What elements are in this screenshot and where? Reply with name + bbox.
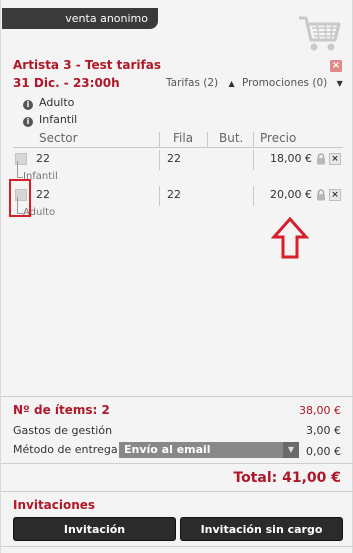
lock-icon[interactable] [316,153,326,165]
column-header-butaca: But. [219,131,244,145]
rate-item-infantil: i Infantil [23,113,77,127]
cell-fila: 22 [167,152,181,165]
delete-icon[interactable]: × [329,153,341,165]
shopping-cart-icon [299,16,341,51]
column-divider [159,150,160,170]
column-divider [207,132,208,148]
invitations-title: Invitaciones [13,498,96,512]
column-divider [253,186,254,206]
column-header-sector: Sector [39,131,78,145]
promociones-toggle[interactable]: Promociones (0) [242,77,327,89]
table-header: Sector Fila But. Precio [13,130,343,148]
table-row: 22 22 18,00 € × [13,150,343,170]
column-header-fila: Fila [173,131,194,145]
user-tab: venta anonimo [2,8,158,29]
annotation-highlight-box [9,179,31,217]
table-row: 22 22 20,00 € × [13,186,343,206]
close-icon[interactable]: × [330,60,342,72]
cell-sector: 22 [36,152,50,165]
cell-sector: 22 [36,188,50,201]
rate-label: Infantil [39,113,78,126]
divider [1,491,353,492]
cell-precio: 18,00 € [270,152,312,165]
filters: Tarifas (2) ▲ Promociones (0) ▼ [166,77,343,89]
shopping-cart-panel: venta anonimo × Artista 3 - Test tarifas… [0,0,353,553]
delivery-value: 0,00 € [306,445,341,458]
fees-value: 3,00 € [306,424,341,437]
divider [1,463,353,464]
column-divider [253,150,254,170]
cell-precio: 20,00 € [270,188,312,201]
cell-fila: 22 [167,188,181,201]
event-date: 31 Dic. - 23:00h [13,76,120,90]
rate-label: Adulto [39,96,75,109]
fees-label: Gastos de gestión [13,424,113,437]
column-header-precio: Precio [260,131,297,145]
column-divider [159,186,160,206]
event-title: Artista 3 - Test tarifas [13,58,162,72]
user-label: venta anonimo [65,12,148,25]
items-subtotal: 38,00 € [299,404,341,417]
tarifas-toggle[interactable]: Tarifas (2) [166,77,218,89]
delivery-selected-value: Envío al email [124,443,211,456]
caret-up-icon[interactable]: ▲ [229,79,235,88]
delivery-method-select[interactable]: Envío al email ▼ [119,442,299,458]
column-divider [159,132,160,148]
delete-icon[interactable]: × [329,189,341,201]
up-arrow-annotation-icon [271,216,309,259]
invitation-button[interactable]: Invitación [13,517,176,541]
items-count-label: Nº de ítems: 2 [13,403,110,417]
chevron-down-icon[interactable]: ▼ [283,442,299,458]
divider [1,546,353,547]
divider [1,396,353,397]
rate-item-adulto: i Adulto [23,96,74,110]
column-divider [253,132,254,148]
invitation-free-button[interactable]: Invitación sin cargo [180,517,343,541]
chevron-down-icon[interactable]: ▼ [337,79,343,88]
delivery-label: Método de entrega [13,443,118,456]
info-icon[interactable]: i [23,100,33,110]
total-amount: Total: 41,00 € [233,470,341,486]
lock-icon[interactable] [316,189,326,201]
info-icon[interactable]: i [23,117,33,127]
